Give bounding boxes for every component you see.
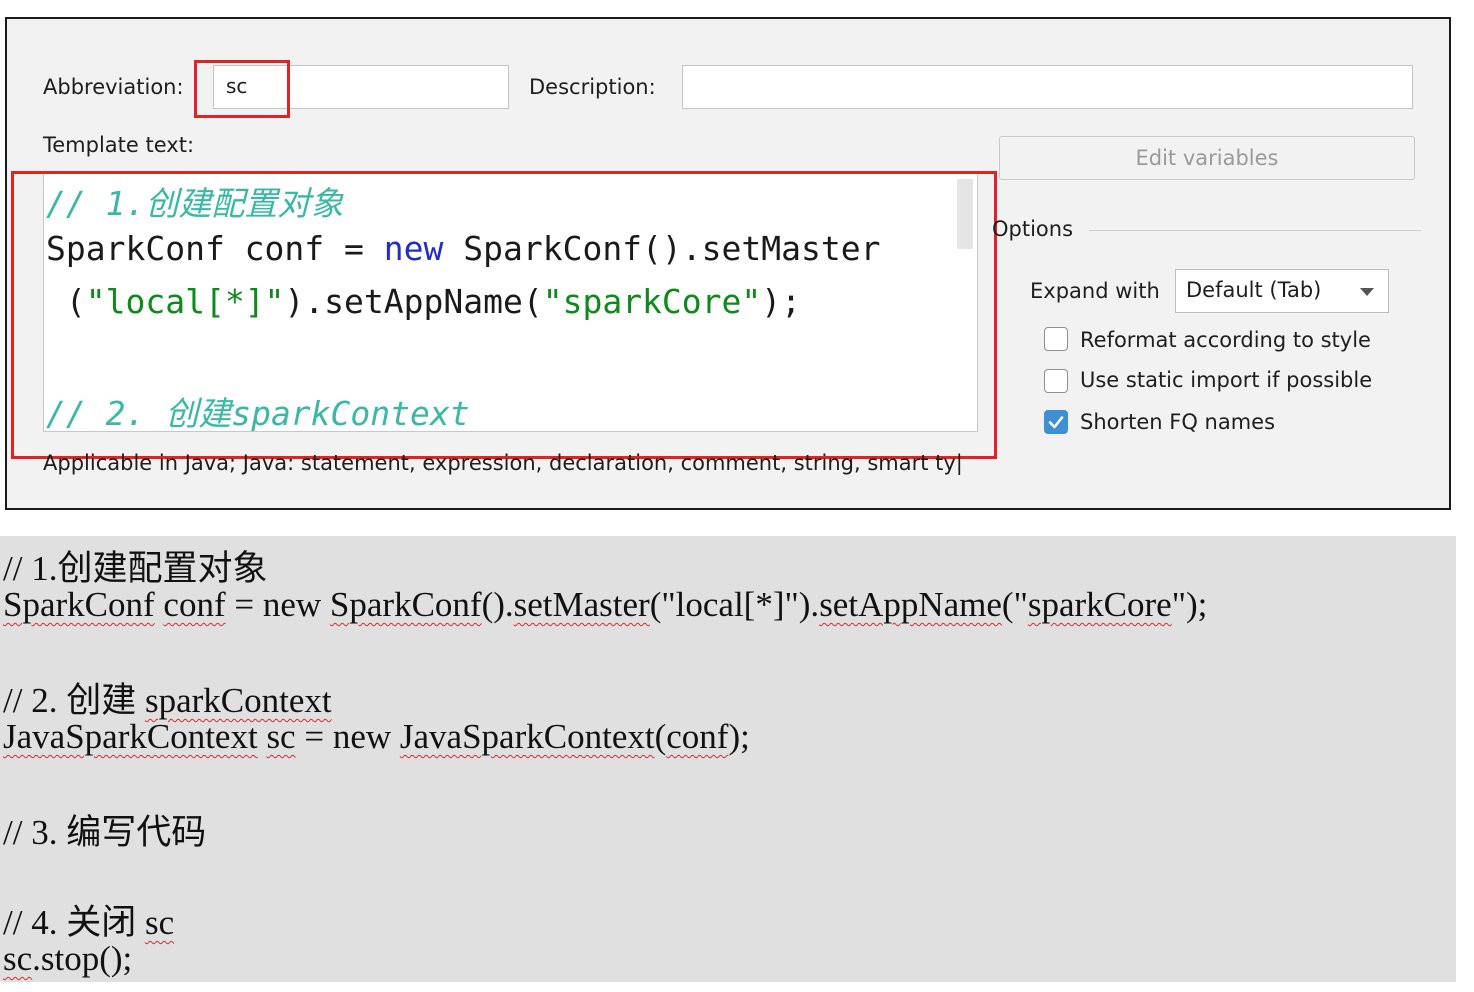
- abbreviation-highlight-box: [194, 60, 290, 118]
- doc-l4-c: sc: [266, 717, 296, 756]
- doc-line-sparkconf: SparkConf conf = new SparkConf().setMast…: [3, 585, 1207, 625]
- description-input[interactable]: [682, 65, 1413, 109]
- doc-l2-c: conf: [163, 585, 226, 624]
- reformat-label: Reformat according to style: [1080, 328, 1371, 352]
- doc-comment-4: // 4. 关闭 sc: [3, 894, 174, 945]
- doc-l4-e: JavaSparkContext: [399, 717, 655, 756]
- doc-l3-b: sparkContext: [144, 681, 332, 720]
- doc-line-stop: sc.stop();: [3, 939, 132, 979]
- expand-with-value: Default (Tab): [1186, 278, 1322, 302]
- template-text-label: Template text:: [43, 133, 195, 157]
- doc-comment-2: // 2. 创建 sparkContext: [3, 672, 332, 723]
- doc-l6-a: // 4. 关闭: [3, 903, 145, 942]
- description-label: Description:: [529, 75, 656, 99]
- doc-l7-b: .stop();: [32, 939, 133, 978]
- doc-l4-f: (: [654, 717, 667, 756]
- expand-with-select[interactable]: Default (Tab): [1175, 269, 1389, 313]
- doc-l4-h: );: [728, 717, 750, 756]
- doc-l2-d: = new: [225, 585, 330, 624]
- doc-l2-j: (": [1001, 585, 1028, 624]
- static-import-checkbox[interactable]: [1044, 369, 1068, 393]
- live-template-dialog: Abbreviation: sc Description: Template t…: [5, 17, 1451, 510]
- edit-variables-button[interactable]: Edit variables: [999, 136, 1415, 180]
- doc-l7-a: sc: [3, 939, 33, 978]
- doc-comment-1: // 1.创建配置对象: [3, 549, 268, 588]
- doc-l6-b: sc: [144, 903, 175, 942]
- doc-l2-h: ("local[*]").: [649, 585, 820, 624]
- applicable-contexts-text[interactable]: Applicable in Java; Java: statement, exp…: [43, 451, 978, 475]
- options-title: Options: [992, 217, 1074, 241]
- doc-l2-f: ().: [481, 585, 514, 624]
- doc-l4-g: conf: [666, 717, 729, 756]
- static-import-label: Use static import if possible: [1080, 368, 1373, 392]
- expand-with-label: Expand with: [1030, 279, 1160, 303]
- doc-l2-g: setMaster: [513, 585, 650, 624]
- checkmark-icon: [1048, 416, 1064, 429]
- doc-l2-a: SparkConf: [3, 585, 155, 624]
- doc-l2-e: SparkConf: [329, 585, 482, 624]
- abbreviation-label: Abbreviation:: [43, 75, 184, 99]
- template-highlight-box: [11, 171, 997, 459]
- shorten-fq-checkbox[interactable]: [1044, 410, 1068, 434]
- options-divider: [1089, 230, 1421, 231]
- doc-l2-l: ");: [1171, 585, 1208, 624]
- doc-comment-3: // 3. 编写代码: [3, 813, 207, 852]
- doc-l2-k: sparkCore: [1027, 585, 1172, 624]
- shorten-fq-label: Shorten FQ names: [1080, 410, 1276, 434]
- doc-l2-i: setAppName: [819, 585, 1002, 624]
- doc-line-context: JavaSparkContext sc = new JavaSparkConte…: [3, 717, 750, 757]
- doc-l3-a: // 2. 创建: [3, 681, 145, 720]
- doc-l4-a: JavaSparkContext: [3, 717, 258, 756]
- chevron-down-icon: [1360, 288, 1374, 296]
- doc-l4-d: = new: [295, 717, 400, 756]
- reformat-checkbox[interactable]: [1044, 327, 1068, 351]
